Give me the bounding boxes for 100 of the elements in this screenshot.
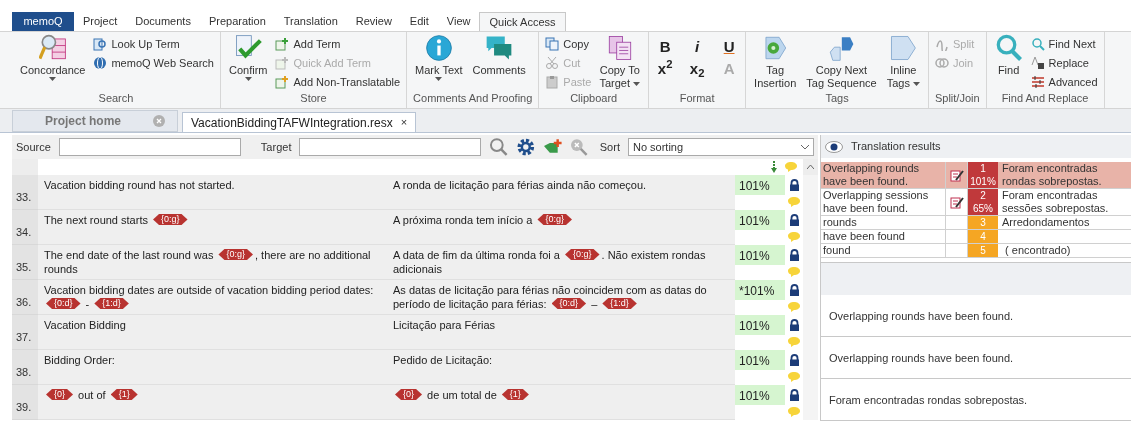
segment-text: Pedido de Licitação: (393, 353, 494, 367)
ribbon-tab[interactable]: Preparation (199, 12, 275, 31)
result-target: Foram encontradas sessões sobrepostas. (1001, 189, 1110, 216)
source-field[interactable] (58, 138, 241, 156)
ribbon-tab[interactable]: Review (346, 12, 401, 31)
inline-tag[interactable]: {1} (110, 389, 138, 400)
comment-icon (788, 302, 800, 312)
ribbon-large-button[interactable]: Find (992, 34, 1025, 77)
row-number: 39. (16, 399, 32, 415)
clipboard-icon (545, 75, 560, 89)
detail-text: Overlapping rounds have been found. (829, 310, 1014, 323)
ribbon-tab[interactable]: Project (74, 12, 127, 31)
result-source: found (821, 244, 946, 258)
inline-tag[interactable]: {1:d} (94, 298, 129, 309)
info-icon (424, 34, 453, 62)
ribbon-small-button[interactable]: memoQ Web Search (93, 55, 214, 71)
document-tab[interactable]: Project home (12, 110, 178, 132)
table-magnifier-icon (93, 37, 108, 51)
ribbon-tab[interactable]: Documents (126, 12, 200, 31)
sort-dropdown[interactable]: No sorting (627, 138, 814, 156)
table-plus-icon (275, 37, 290, 51)
inline-tag[interactable]: {0:d} (551, 298, 587, 309)
ribbon-small-button[interactable]: Look Up Term (93, 36, 214, 52)
ribbon-small-button[interactable]: Copy (545, 36, 592, 52)
match-percent: 101% (735, 210, 785, 230)
settings-icon (517, 138, 535, 156)
rank-badge: 3 (968, 216, 998, 230)
ribbon-large-button[interactable]: Comments (470, 34, 528, 77)
inline-tag[interactable]: {0} (46, 389, 74, 400)
segment-text: Vacation bidding round has not started. (44, 178, 236, 192)
result-row[interactable]: have been found 4 (821, 230, 1131, 245)
ribbon-tab[interactable]: View (437, 12, 480, 31)
wave-icon (934, 37, 949, 51)
group-title: Clipboard (569, 91, 619, 106)
result-row[interactable]: Overlapping sessions have been found. 2 65% Foram encontradas sessões sobrepostas. (821, 189, 1131, 217)
clear-search-icon (570, 138, 588, 156)
ribbon-small-button[interactable]: Replace (1030, 55, 1098, 71)
inline-tag[interactable]: {0:g} (153, 214, 188, 225)
comment-icon (788, 337, 800, 347)
match-percent: 101% (735, 175, 785, 195)
ribbon-large-button[interactable]: Tag Insertion (752, 34, 799, 90)
match-percent: 101% (735, 245, 785, 265)
ribbon-small-button[interactable]: Add Term (275, 36, 401, 52)
inline-tag[interactable]: {0:g} (565, 249, 600, 260)
rings-icon (934, 56, 949, 70)
result-row[interactable]: Overlapping rounds have been found. 1 101% Foram encontradas rondas sobrepostas. (821, 162, 1131, 190)
ribbon-large-button[interactable]: Confirm (226, 34, 270, 81)
group-title: Search (97, 90, 135, 106)
inline-tag[interactable]: {1} (501, 389, 529, 400)
format-button[interactable]: i (687, 38, 708, 56)
result-row[interactable]: rounds 3 Arredondamentos (821, 216, 1131, 231)
sort-label: Sort (599, 139, 620, 155)
result-row[interactable]: found 5 ( encontrado) (821, 244, 1131, 259)
ribbon-large-button[interactable]: Mark Text (413, 34, 465, 81)
result-source: rounds (821, 216, 946, 230)
format-button[interactable]: U (719, 38, 740, 56)
format-button[interactable]: x$_{2}$ (687, 60, 708, 78)
ribbon-small-button[interactable]: Advanced (1030, 74, 1098, 90)
tag-plus-icon (542, 138, 563, 156)
comment-icon (788, 372, 800, 382)
ribbon-large-button[interactable]: Inline Tags (884, 34, 922, 90)
tag-icon (889, 34, 918, 62)
ribbon-large-button[interactable]: Concordance (18, 34, 88, 81)
ribbon-small-button[interactable]: Find Next (1030, 36, 1098, 52)
row-number: 34. (16, 224, 32, 240)
comment-icon (788, 267, 800, 277)
group-title: Split/Join (934, 90, 980, 106)
detail-text: Overlapping rounds have been found. (829, 352, 1014, 365)
format-button[interactable]: B (655, 38, 676, 56)
document-tab[interactable]: VacationBiddingTAFWIntegration.resx × (182, 112, 417, 132)
group-title: Find And Replace (1000, 91, 1090, 106)
inline-tag[interactable]: {0:g} (218, 249, 253, 260)
inline-tag[interactable]: {0} (395, 389, 423, 400)
inline-tag[interactable]: {0:d} (46, 298, 81, 309)
ribbon-large-button[interactable]: Copy To Target (597, 34, 643, 90)
tags-icon (827, 34, 856, 62)
app-menu-button[interactable]: memoQ (12, 12, 74, 31)
comment-icon (788, 407, 800, 417)
ribbon-small-button[interactable]: Add Non-Translatable (275, 74, 401, 90)
ribbon-tab[interactable]: Edit (400, 12, 438, 31)
arrow-down-icon (771, 161, 777, 173)
match-percent: 101% (735, 315, 785, 335)
row-number: 38. (16, 364, 32, 380)
row-number: 36. (16, 294, 32, 310)
segment-text: Vacation Bidding (44, 318, 127, 332)
inline-tag[interactable]: {0:g} (537, 214, 572, 225)
ribbon-tab[interactable]: Quick Access (479, 12, 566, 31)
format-button[interactable]: x$^{2}$ (655, 60, 676, 78)
scroll-up-icon (807, 165, 814, 169)
chevron-down-icon (801, 144, 809, 150)
ribbon-tab[interactable]: Translation (274, 12, 347, 31)
speech-bubbles-icon (485, 34, 514, 62)
search-icon (489, 138, 509, 156)
group-title: Tags (824, 91, 850, 106)
inline-tag[interactable]: {1:d} (602, 298, 637, 309)
target-field[interactable] (299, 138, 482, 156)
ribbon-large-button[interactable]: Copy Next Tag Sequence (804, 34, 879, 90)
match-percent: *101% (735, 280, 785, 300)
group-title: Store (299, 91, 328, 106)
close-button[interactable]: × (400, 114, 408, 131)
